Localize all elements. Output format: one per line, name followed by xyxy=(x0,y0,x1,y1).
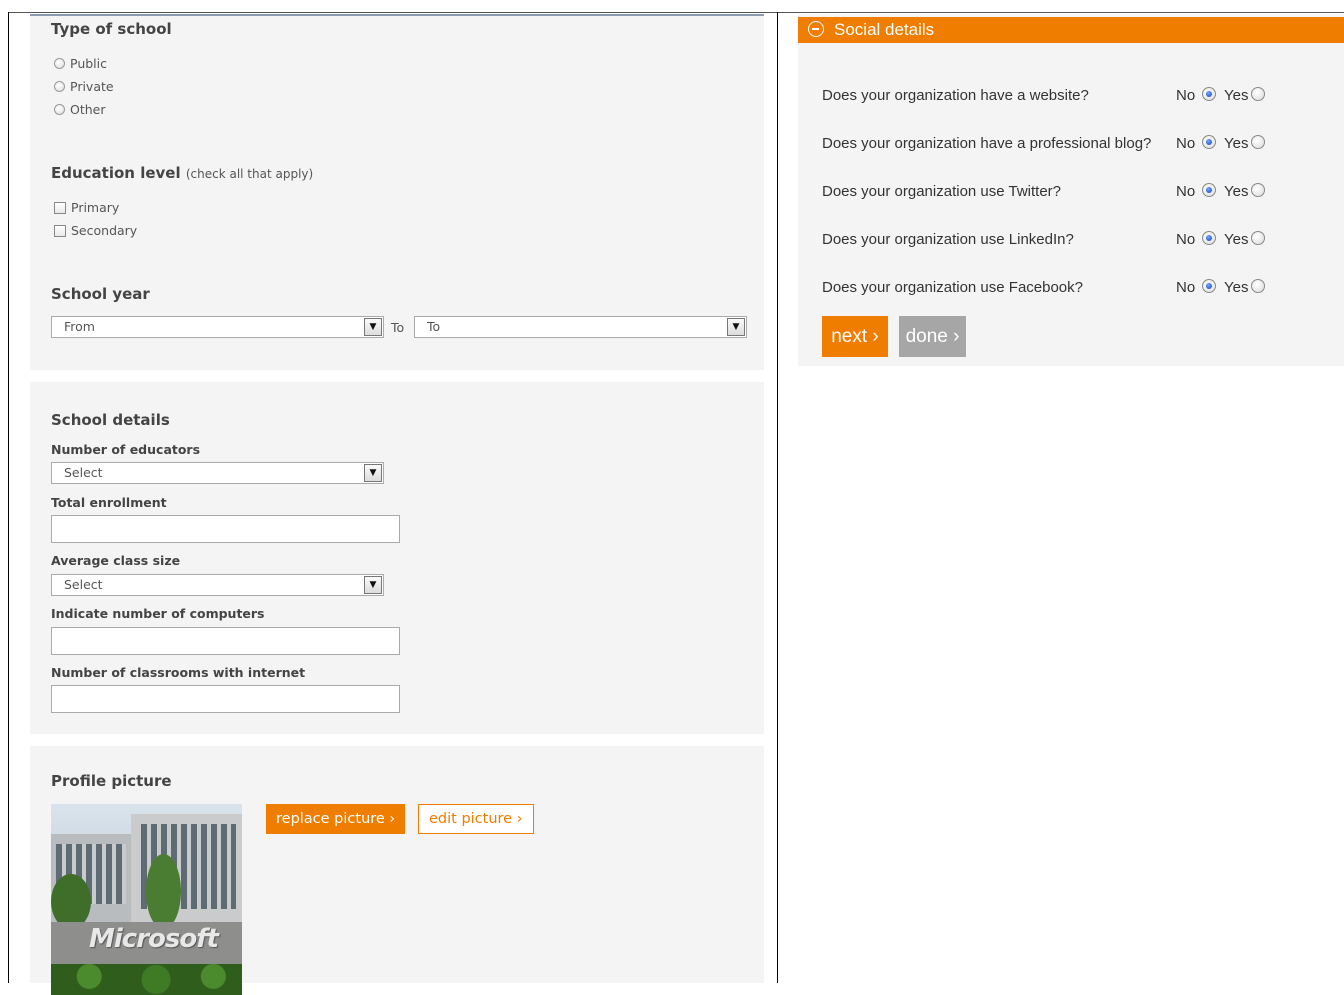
yes-label: Yes xyxy=(1224,183,1249,200)
replace-picture-button[interactable]: replace picture › xyxy=(266,804,406,834)
dropdown-arrow-icon[interactable]: ▼ xyxy=(364,464,382,482)
no-radio-selected[interactable] xyxy=(1202,279,1216,293)
yes-label: Yes xyxy=(1224,87,1249,104)
yes-radio[interactable] xyxy=(1251,279,1265,293)
question-twitter: Does your organization use Twitter? No Y… xyxy=(822,180,1342,204)
edit-picture-button[interactable]: edit picture › xyxy=(418,804,534,834)
collapse-minus-icon[interactable] xyxy=(808,21,824,37)
yes-radio[interactable] xyxy=(1251,87,1265,101)
middle-frame-border xyxy=(777,12,778,983)
tree-shape xyxy=(146,854,181,929)
no-label: No xyxy=(1176,87,1196,104)
dropdown-arrow-icon[interactable]: ▼ xyxy=(727,318,745,336)
type-of-school-heading: Type of school xyxy=(51,20,172,38)
no-radio-selected[interactable] xyxy=(1202,183,1216,197)
radio-other[interactable]: Other xyxy=(54,102,106,117)
profile-picture-heading: Profile picture xyxy=(51,772,172,790)
question-website: Does your organization have a website? N… xyxy=(822,84,1342,108)
question-facebook: Does your organization use Facebook? No … xyxy=(822,276,1342,300)
no-label: No xyxy=(1176,183,1196,200)
next-button[interactable]: next › xyxy=(822,316,888,357)
education-level-note: (check all that apply) xyxy=(185,167,314,181)
no-label: No xyxy=(1176,231,1196,248)
left-frame-border xyxy=(8,12,9,983)
computers-label: Indicate number of computers xyxy=(51,606,265,621)
computers-input[interactable] xyxy=(51,627,400,655)
hedge-shape xyxy=(51,964,242,995)
question-text: Does your organization use LinkedIn? xyxy=(822,231,1074,248)
no-radio-selected[interactable] xyxy=(1202,135,1216,149)
yes-radio[interactable] xyxy=(1251,135,1265,149)
radio-public-label: Public xyxy=(70,56,107,71)
checkbox-secondary[interactable]: Secondary xyxy=(54,223,137,238)
class-size-value: Select xyxy=(64,577,103,592)
education-level-title: Education level xyxy=(51,164,181,182)
social-details-header[interactable]: Social details xyxy=(798,17,1344,43)
question-text: Does your organization use Twitter? xyxy=(822,183,1062,200)
yes-radio[interactable] xyxy=(1251,183,1265,197)
question-text: Does your organization use Facebook? xyxy=(822,279,1083,296)
yes-radio[interactable] xyxy=(1251,231,1265,245)
checkbox-icon[interactable] xyxy=(54,224,66,237)
school-details-section: School details Number of educators Selec… xyxy=(30,370,764,734)
top-border xyxy=(8,12,1344,13)
year-from-select[interactable]: From ▼ xyxy=(51,316,384,338)
radio-other-label: Other xyxy=(70,102,106,117)
educators-select[interactable]: Select ▼ xyxy=(51,462,384,484)
question-text: Does your organization have a website? xyxy=(822,87,1089,104)
school-details-heading: School details xyxy=(51,411,170,429)
no-radio-selected[interactable] xyxy=(1202,231,1216,245)
no-label: No xyxy=(1176,279,1196,296)
microsoft-sign-text: Microsoft xyxy=(89,924,219,954)
enrollment-label: Total enrollment xyxy=(51,495,167,510)
dropdown-arrow-icon[interactable]: ▼ xyxy=(364,576,382,594)
question-text: Does your organization have a profession… xyxy=(822,135,1152,152)
education-level-heading: Education level (check all that apply) xyxy=(51,164,313,182)
checkbox-primary-label: Primary xyxy=(71,200,120,215)
no-label: No xyxy=(1176,135,1196,152)
enrollment-input[interactable] xyxy=(51,515,400,543)
checkbox-primary[interactable]: Primary xyxy=(54,200,119,215)
checkbox-icon[interactable] xyxy=(54,201,66,214)
profile-photo: Microsoft xyxy=(51,804,242,995)
radio-private-label: Private xyxy=(70,79,114,94)
educators-label: Number of educators xyxy=(51,442,201,457)
class-size-select[interactable]: Select ▼ xyxy=(51,574,384,596)
no-radio-selected[interactable] xyxy=(1202,87,1216,101)
done-button[interactable]: done › xyxy=(899,316,966,357)
profile-picture-section: Profile picture Microsoft replace pictur… xyxy=(30,734,764,995)
radio-circle-icon[interactable] xyxy=(54,58,65,69)
school-type-section: Type of school Public Private Other Educ… xyxy=(30,14,764,372)
school-form-panel: Type of school Public Private Other Educ… xyxy=(30,14,764,995)
educators-value: Select xyxy=(64,465,103,480)
social-details-title: Social details xyxy=(834,20,935,39)
year-to-select[interactable]: To ▼ xyxy=(414,316,747,338)
year-to-value: To xyxy=(427,319,441,334)
radio-circle-icon[interactable] xyxy=(54,104,65,115)
dropdown-arrow-icon[interactable]: ▼ xyxy=(364,318,382,336)
classrooms-input[interactable] xyxy=(51,685,400,713)
classrooms-label: Number of classrooms with internet xyxy=(51,665,306,680)
radio-public[interactable]: Public xyxy=(54,56,107,71)
year-from-value: From xyxy=(64,319,95,334)
tree-shape xyxy=(51,874,91,929)
year-to-label: To xyxy=(391,320,405,335)
question-blog: Does your organization have a profession… xyxy=(822,132,1342,156)
question-linkedin: Does your organization use LinkedIn? No … xyxy=(822,228,1342,252)
yes-label: Yes xyxy=(1224,135,1249,152)
radio-circle-icon[interactable] xyxy=(54,81,65,92)
radio-private[interactable]: Private xyxy=(54,79,114,94)
checkbox-secondary-label: Secondary xyxy=(71,223,138,238)
yes-label: Yes xyxy=(1224,279,1249,296)
social-details-panel: Social details Does your organization ha… xyxy=(798,14,1344,366)
school-year-heading: School year xyxy=(51,285,150,303)
class-size-label: Average class size xyxy=(51,553,181,568)
yes-label: Yes xyxy=(1224,231,1249,248)
